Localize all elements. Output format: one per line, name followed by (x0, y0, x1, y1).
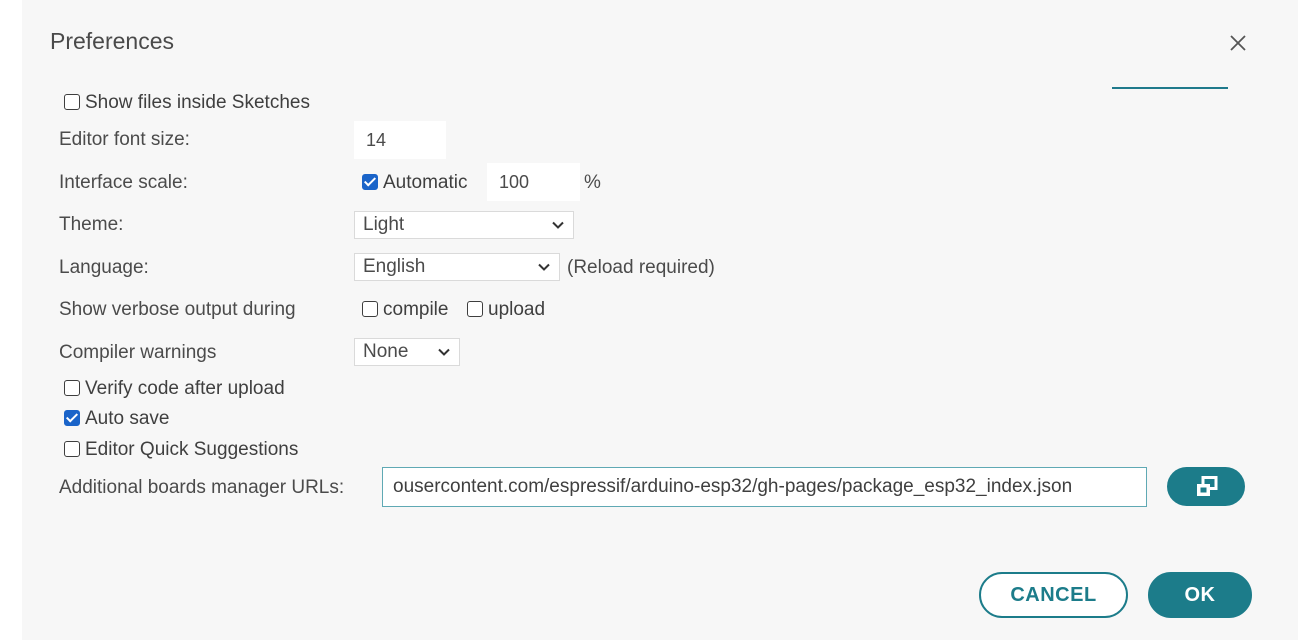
show-files-label: Show files inside Sketches (85, 92, 310, 113)
open-window-icon (1197, 476, 1218, 496)
dialog-edge (0, 0, 22, 640)
chevron-down-icon (552, 221, 564, 229)
auto-save-label: Auto save (85, 408, 170, 429)
ok-button[interactable]: OK (1148, 572, 1252, 618)
compiler-warnings-select[interactable]: None (354, 338, 460, 366)
compiler-warnings-label: Compiler warnings (59, 342, 217, 363)
boards-url-label: Additional boards manager URLs: (59, 477, 345, 498)
chevron-down-icon (538, 263, 550, 271)
verbose-compile-row[interactable]: compile (362, 299, 448, 321)
show-files-checkbox-row[interactable]: Show files inside Sketches (64, 92, 310, 114)
boards-url-input[interactable]: ousercontent.com/espressif/arduino-esp32… (382, 467, 1147, 507)
verbose-upload-row[interactable]: upload (467, 299, 545, 321)
quick-suggestions-row[interactable]: Editor Quick Suggestions (64, 439, 298, 461)
interface-scale-label: Interface scale: (59, 172, 188, 193)
verbose-label: Show verbose output during (59, 299, 296, 320)
auto-save-checkbox[interactable] (64, 410, 80, 426)
quick-suggestions-label: Editor Quick Suggestions (85, 439, 299, 460)
show-files-checkbox[interactable] (64, 94, 80, 110)
verify-code-label: Verify code after upload (85, 378, 285, 399)
cancel-button[interactable]: CANCEL (979, 572, 1128, 618)
close-icon[interactable] (1225, 30, 1251, 56)
tab-underline (1112, 87, 1228, 89)
font-size-input[interactable]: 14 (354, 121, 446, 159)
boards-url-value: ousercontent.com/espressif/arduino-esp32… (393, 476, 1073, 497)
language-label: Language: (59, 257, 149, 278)
theme-select[interactable]: Light (354, 211, 574, 239)
dialog-title: Preferences (50, 28, 175, 54)
quick-suggestions-checkbox[interactable] (64, 441, 80, 457)
font-size-label: Editor font size: (59, 129, 190, 150)
verbose-compile-checkbox[interactable] (362, 301, 378, 317)
scale-unit: % (584, 172, 601, 193)
language-select[interactable]: English (354, 253, 560, 281)
open-urls-window-button[interactable] (1167, 467, 1245, 506)
theme-label: Theme: (59, 214, 124, 235)
language-reload-note: (Reload required) (567, 257, 715, 278)
verbose-upload-checkbox[interactable] (467, 301, 483, 317)
verbose-upload-label: upload (488, 299, 546, 320)
preferences-dialog: Preferences Show files inside Sketches E… (0, 0, 1298, 640)
verify-code-checkbox[interactable] (64, 380, 80, 396)
scale-automatic-label: Automatic (383, 172, 468, 193)
language-select-value: English (363, 256, 426, 277)
compiler-warnings-value: None (363, 341, 409, 362)
chevron-down-icon (438, 348, 450, 356)
theme-select-value: Light (363, 214, 405, 235)
verify-code-row[interactable]: Verify code after upload (64, 378, 285, 400)
scale-automatic-row[interactable]: Automatic (362, 172, 467, 194)
verbose-compile-label: compile (383, 299, 449, 320)
scale-automatic-checkbox[interactable] (362, 174, 378, 190)
scale-input[interactable]: 100 (487, 163, 580, 201)
auto-save-row[interactable]: Auto save (64, 408, 170, 430)
